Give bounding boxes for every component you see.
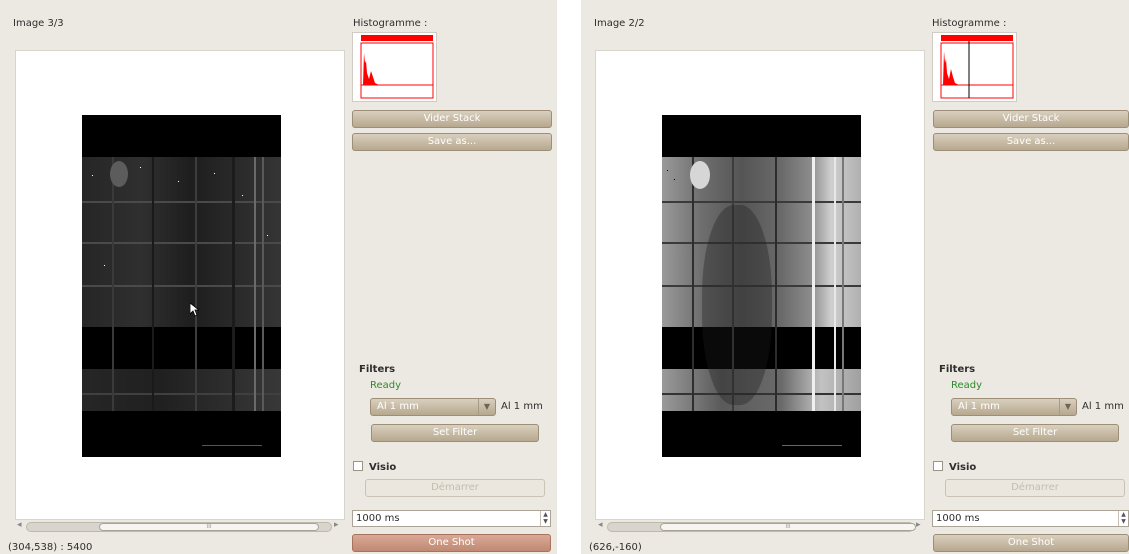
filter-select-value: Al 1 mm [377, 401, 419, 412]
filters-title: Filters [359, 364, 396, 375]
image-index-label: Image 2/2 [594, 18, 645, 29]
save-as-button[interactable]: Save as... [352, 133, 552, 151]
scroll-left-icon[interactable]: ◂ [598, 520, 603, 530]
visio-toggle[interactable]: Visio [353, 461, 396, 473]
image-panel-left: Image 3/3 ◂ III ▸ (304,538): 5400 Histo… [0, 0, 557, 554]
mouse-pointer-icon [190, 303, 199, 317]
histogram-chart [932, 32, 1017, 102]
scroll-right-icon[interactable]: ▸ [916, 520, 921, 530]
vider-stack-button[interactable]: Vider Stack [933, 110, 1129, 128]
checkbox-unchecked-icon[interactable] [353, 461, 363, 471]
filter-select[interactable]: Al 1 mm ▼ [370, 398, 496, 416]
histogram-plot [940, 35, 1014, 99]
histogram-label: Histogramme : [932, 18, 1007, 29]
filters-title: Filters [939, 364, 976, 375]
exposure-spinbox[interactable]: 1000 ms ▲ ▼ [932, 510, 1129, 527]
image-panel-right: Image 2/2 ◂ III ▸ (626,-160) Histogramme… [581, 0, 1129, 554]
scroll-thumb[interactable]: III [660, 523, 916, 531]
coordinate-readout: (626,-160) [589, 542, 642, 553]
histogram-bars [363, 53, 379, 85]
visio-label: Visio [949, 462, 977, 473]
checkbox-unchecked-icon[interactable] [933, 461, 943, 471]
exposure-value: 1000 ms [936, 513, 980, 524]
horizontal-scrollbar[interactable]: III [607, 522, 916, 532]
scroll-thumb[interactable]: III [99, 523, 319, 531]
xray-image [82, 115, 281, 457]
save-as-button[interactable]: Save as... [933, 133, 1129, 151]
visio-label: Visio [369, 462, 397, 473]
image-canvas[interactable] [15, 50, 345, 520]
chevron-down-icon[interactable]: ▼ [1059, 399, 1076, 415]
exposure-value: 1000 ms [356, 513, 400, 524]
image-index-label: Image 3/3 [13, 18, 64, 29]
one-shot-button[interactable]: One Shot [352, 534, 551, 552]
histogram-bars [943, 51, 959, 85]
demarrer-button[interactable]: Démarrer [945, 479, 1125, 497]
histogram-range-bar [361, 35, 433, 41]
filter-select-value: Al 1 mm [958, 401, 1000, 412]
image-canvas[interactable] [595, 50, 925, 520]
chevron-down-icon[interactable]: ▼ [478, 399, 495, 415]
one-shot-button[interactable]: One Shot [933, 534, 1129, 552]
current-filter-label: Al 1 mm [1082, 401, 1124, 412]
horizontal-scrollbar[interactable]: III [26, 522, 332, 532]
demarrer-button[interactable]: Démarrer [365, 479, 545, 497]
filter-select[interactable]: Al 1 mm ▼ [951, 398, 1077, 416]
visio-toggle[interactable]: Visio [933, 461, 976, 473]
coordinate-readout: (304,538) : 5400 [8, 542, 93, 553]
xray-image [662, 115, 861, 457]
scroll-left-icon[interactable]: ◂ [17, 520, 22, 530]
filter-status: Ready [370, 380, 402, 391]
histogram-chart [352, 32, 437, 102]
set-filter-button[interactable]: Set Filter [951, 424, 1119, 442]
histogram-label: Histogramme : [353, 18, 428, 29]
current-filter-label: Al 1 mm [501, 401, 543, 412]
histogram-plot [360, 35, 434, 99]
exposure-spinbox[interactable]: 1000 ms ▲ ▼ [352, 510, 551, 527]
spin-arrows-icon[interactable]: ▲ ▼ [1118, 511, 1128, 526]
spin-arrows-icon[interactable]: ▲ ▼ [540, 511, 550, 526]
filter-status: Ready [951, 380, 983, 391]
set-filter-button[interactable]: Set Filter [371, 424, 539, 442]
vider-stack-button[interactable]: Vider Stack [352, 110, 552, 128]
scroll-right-icon[interactable]: ▸ [334, 520, 339, 530]
histogram-range-bar [941, 35, 1013, 41]
